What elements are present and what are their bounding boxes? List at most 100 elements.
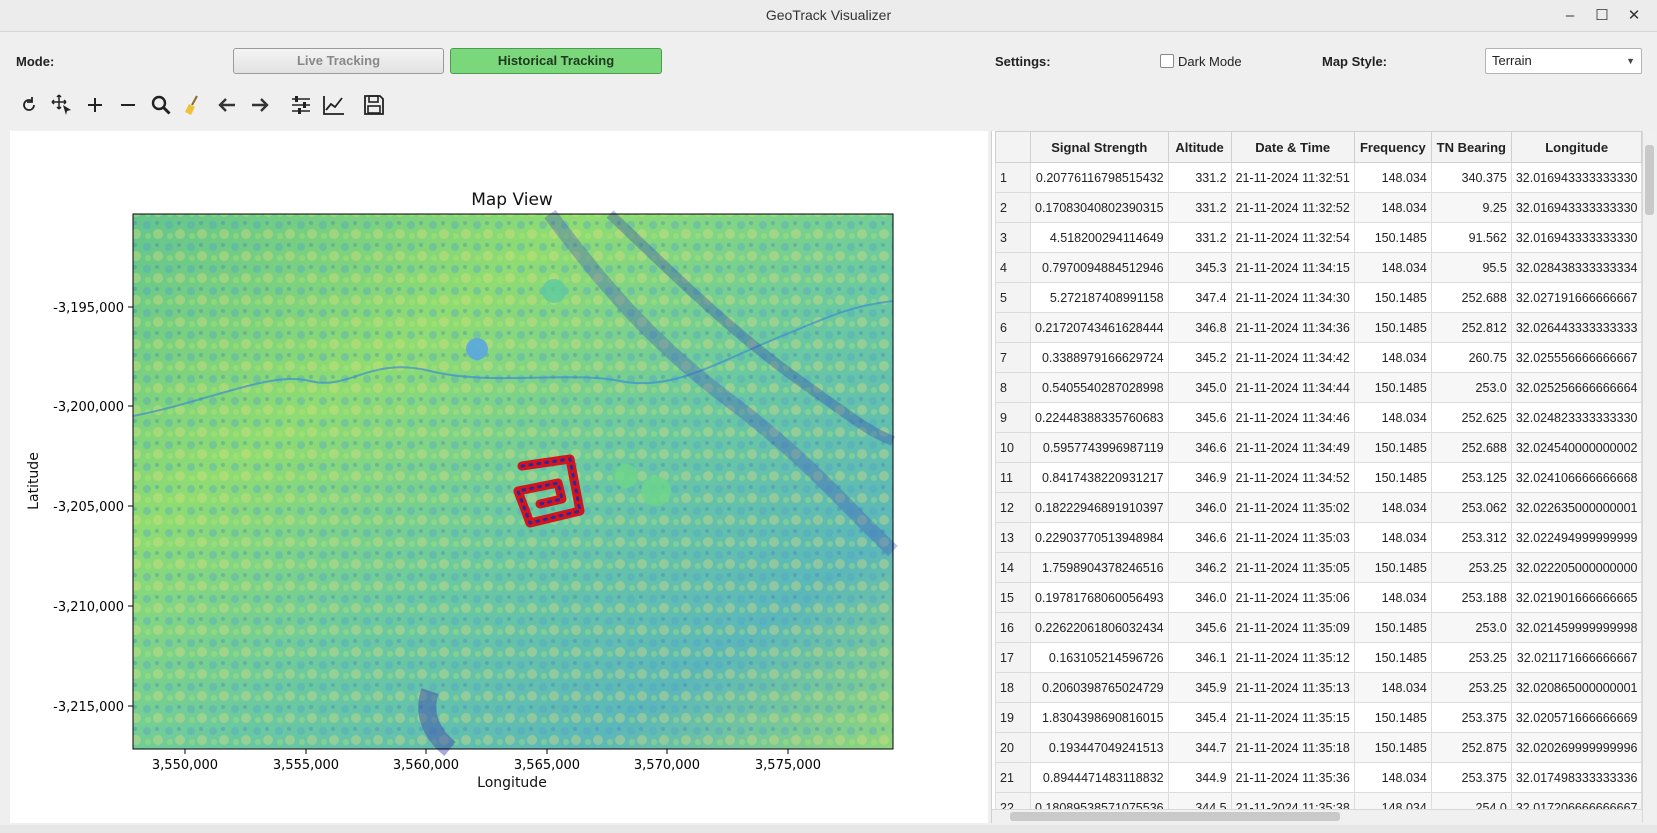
table-cell[interactable]: 0.7970094884512946 [1030,252,1169,283]
row-number[interactable]: 1 [995,162,1031,193]
row-number[interactable]: 6 [995,312,1031,343]
table-cell[interactable]: 344.7 [1167,732,1232,763]
table-cell[interactable]: 0.163105214596726 [1030,642,1169,673]
table-cell[interactable]: 91.562 [1430,222,1512,253]
row-number[interactable]: 18 [995,672,1031,703]
row-number[interactable]: 13 [995,522,1031,553]
table-cell[interactable]: 0.193447049241513 [1030,732,1169,763]
table-cell[interactable]: 253.312 [1430,522,1512,553]
table-cell[interactable]: 32.022494999999999 [1510,522,1643,553]
table-cell[interactable]: 95.5 [1430,252,1512,283]
table-cell[interactable]: 9.25 [1430,192,1512,223]
table-cell[interactable]: 252.812 [1430,312,1512,343]
row-number[interactable]: 19 [995,702,1031,733]
table-cell[interactable]: 252.625 [1430,402,1512,433]
table-cell[interactable]: 21-11-2024 11:35:03 [1230,522,1355,553]
vertical-scrollbar[interactable] [1642,131,1656,823]
row-number[interactable]: 14 [995,552,1031,583]
table-cell[interactable]: 32.024823333333330 [1510,402,1643,433]
table-cell[interactable]: 253.25 [1430,672,1512,703]
table-cell[interactable]: 150.1485 [1353,222,1432,253]
row-number[interactable]: 4 [995,252,1031,283]
table-cell[interactable]: 347.4 [1167,282,1232,313]
table-cell[interactable]: 346.6 [1167,522,1232,553]
table-cell[interactable]: 21-11-2024 11:35:13 [1230,672,1355,703]
table-cell[interactable]: 345.6 [1167,402,1232,433]
zoom-in-icon[interactable] [80,90,110,120]
configure-icon[interactable] [286,90,316,120]
table-cell[interactable]: 331.2 [1167,162,1232,193]
table-cell[interactable]: 32.026443333333333 [1510,312,1643,343]
table-cell[interactable]: 0.5405540287028998 [1030,372,1169,403]
table-cell[interactable]: 32.024106666666668 [1510,462,1643,493]
row-number[interactable]: 5 [995,282,1031,313]
table-cell[interactable]: 32.020269999999996 [1510,732,1643,763]
table-cell[interactable]: 21-11-2024 11:34:44 [1230,372,1355,403]
table-cell[interactable]: 0.21720743461628444 [1030,312,1169,343]
table-cell[interactable]: 253.25 [1430,642,1512,673]
table-cell[interactable]: 150.1485 [1353,372,1432,403]
table-cell[interactable]: 21-11-2024 11:35:05 [1230,552,1355,583]
table-row[interactable]: 5 5.272187408991158 347.4 21-11-2024 11:34:… [995,282,1643,313]
table-row[interactable]: 21 0.8944471483118832 344.9 21-11-2024 11:3… [995,762,1643,793]
column-header[interactable]: Signal Strength [1030,131,1169,163]
table-cell[interactable]: 32.028438333333334 [1510,252,1643,283]
table-cell[interactable]: 0.22448388335760683 [1030,402,1169,433]
chart-icon[interactable] [319,90,349,120]
table-cell[interactable]: 344.9 [1167,762,1232,793]
table-row[interactable]: 11 0.8417438220931217 346.9 21-11-2024 11:3… [995,462,1643,493]
table-row[interactable]: 17 0.163105214596726 346.1 21-11-2024 11:35… [995,642,1643,673]
table-cell[interactable]: 345.0 [1167,372,1232,403]
table-cell[interactable]: 148.034 [1353,402,1432,433]
row-number[interactable]: 9 [995,402,1031,433]
table-cell[interactable]: 253.125 [1430,462,1512,493]
row-number[interactable]: 10 [995,432,1031,463]
table-cell[interactable]: 148.034 [1353,522,1432,553]
historical-tracking-button[interactable]: Historical Tracking [450,48,662,74]
table-cell[interactable]: 345.3 [1167,252,1232,283]
table-cell[interactable]: 32.022635000000001 [1510,492,1643,523]
table-row[interactable]: 4 0.7970094884512946 345.3 21-11-2024 11:34… [995,252,1643,283]
table-row[interactable]: 15 0.19781768060056493 346.0 21-11-2024 11:… [995,582,1643,613]
table-row[interactable]: 8 0.5405540287028998 345.0 21-11-2024 11:34… [995,372,1643,403]
table-cell[interactable]: 21-11-2024 11:35:18 [1230,732,1355,763]
table-cell[interactable]: 21-11-2024 11:35:02 [1230,492,1355,523]
table-cell[interactable]: 150.1485 [1353,612,1432,643]
table-cell[interactable]: 148.034 [1353,162,1432,193]
scrollbar-thumb[interactable] [1010,812,1340,821]
table-cell[interactable]: 21-11-2024 11:34:36 [1230,312,1355,343]
table-cell[interactable]: 260.75 [1430,342,1512,373]
table-row[interactable]: 16 0.22622061806032434 345.6 21-11-2024 11:… [995,612,1643,643]
table-row[interactable]: 2 0.17083040802390315 331.2 21-11-2024 11:3… [995,192,1643,223]
table-cell[interactable]: 252.688 [1430,432,1512,463]
row-number[interactable]: 16 [995,612,1031,643]
close-icon[interactable]: ✕ [1624,6,1644,26]
table-cell[interactable]: 346.0 [1167,492,1232,523]
table-cell[interactable]: 21-11-2024 11:34:15 [1230,252,1355,283]
table-cell[interactable]: 346.6 [1167,432,1232,463]
table-cell[interactable]: 5.272187408991158 [1030,282,1169,313]
clear-icon[interactable] [179,90,209,120]
table-cell[interactable]: 0.19781768060056493 [1030,582,1169,613]
table-cell[interactable]: 21-11-2024 11:34:46 [1230,402,1355,433]
minimize-icon[interactable]: – [1560,6,1580,26]
table-cell[interactable]: 331.2 [1167,192,1232,223]
table-row[interactable]: 19 1.8304398690816015 345.4 21-11-2024 11:3… [995,702,1643,733]
table-cell[interactable]: 148.034 [1353,252,1432,283]
pan-icon[interactable] [47,90,77,120]
table-cell[interactable]: 32.022205000000000 [1510,552,1643,583]
table-cell[interactable]: 32.021171666666667 [1510,642,1643,673]
row-number[interactable]: 17 [995,642,1031,673]
table-row[interactable]: 14 1.7598904378246516 346.2 21-11-2024 11:3… [995,552,1643,583]
table-row[interactable]: 13 0.22903770513948984 346.6 21-11-2024 11:… [995,522,1643,553]
table-cell[interactable]: 0.8944471483118832 [1030,762,1169,793]
table-cell[interactable]: 21-11-2024 11:35:06 [1230,582,1355,613]
table-cell[interactable]: 0.2060398765024729 [1030,672,1169,703]
table-cell[interactable]: 148.034 [1353,672,1432,703]
table-cell[interactable]: 32.016943333333330 [1510,192,1643,223]
table-cell[interactable]: 0.20776116798515432 [1030,162,1169,193]
table-cell[interactable]: 32.027191666666667 [1510,282,1643,313]
table-cell[interactable]: 346.2 [1167,552,1232,583]
table-cell[interactable]: 340.375 [1430,162,1512,193]
zoom-out-icon[interactable] [113,90,143,120]
